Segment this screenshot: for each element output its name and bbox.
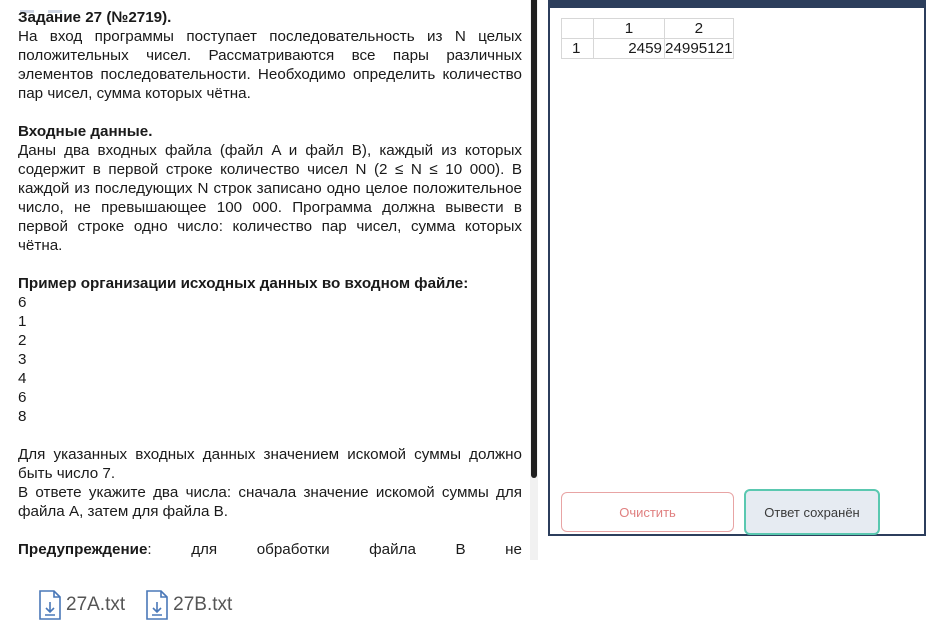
download-file-icon xyxy=(146,590,168,620)
example-line: 6 xyxy=(18,389,27,406)
example-line: 1 xyxy=(18,313,27,330)
answer-panel: 1 2 1 2459 24995121 Очистить Ответ сохра… xyxy=(548,0,926,536)
example-line: 3 xyxy=(18,351,27,368)
file-link-27a[interactable]: 27A.txt xyxy=(38,588,125,622)
answer-table: 1 2 1 2459 24995121 xyxy=(561,18,734,59)
task-title: Задание 27 (№2719). xyxy=(18,9,172,26)
warning-line: Предупреждение: для обработки файла B не xyxy=(18,540,522,559)
file-name[interactable]: 27B.txt xyxy=(173,594,232,616)
table-row: 1 2459 24995121 xyxy=(561,38,734,59)
download-file-icon xyxy=(39,590,61,620)
column-header-2: 2 xyxy=(664,18,734,39)
warning-label: Предупреждение xyxy=(18,541,148,558)
task-text: Задание 27 (№2719). На вход программы по… xyxy=(18,8,522,559)
column-header-1: 1 xyxy=(593,18,665,39)
example-result: Для указанных входных данных значением и… xyxy=(18,446,522,482)
table-corner xyxy=(561,18,594,39)
task-panel: Задание 27 (№2719). На вход программы по… xyxy=(0,0,538,560)
input-text: Даны два входных файла (файл A и файл B)… xyxy=(18,142,522,254)
example-line: 2 xyxy=(18,332,27,349)
example-line: 4 xyxy=(18,370,27,387)
file-link-27b[interactable]: 27B.txt xyxy=(145,588,232,622)
answer-cell-file-b[interactable]: 24995121 xyxy=(664,38,734,59)
file-name[interactable]: 27A.txt xyxy=(66,594,125,616)
row-header-1: 1 xyxy=(561,38,594,59)
answer-instruction: В ответе укажите два числа: сначала знач… xyxy=(18,484,522,520)
file-downloads: 27A.txt 27B.txt xyxy=(38,588,252,622)
answer-saved-button[interactable]: Ответ сохранён xyxy=(744,489,880,535)
answer-cell-file-a[interactable]: 2459 xyxy=(593,38,665,59)
input-heading: Входные данные. xyxy=(18,123,153,140)
top-tabs-remnant xyxy=(20,0,100,13)
clear-button[interactable]: Очистить xyxy=(561,492,734,532)
task-scrollbar-thumb[interactable] xyxy=(531,0,537,478)
warning-text: : для обработки файла B не xyxy=(147,541,522,558)
example-heading: Пример организации исходных данных во вх… xyxy=(18,275,469,292)
example-line: 8 xyxy=(18,408,27,425)
task-intro: На вход программы поступает последовател… xyxy=(18,28,522,102)
example-line: 6 xyxy=(18,294,27,311)
